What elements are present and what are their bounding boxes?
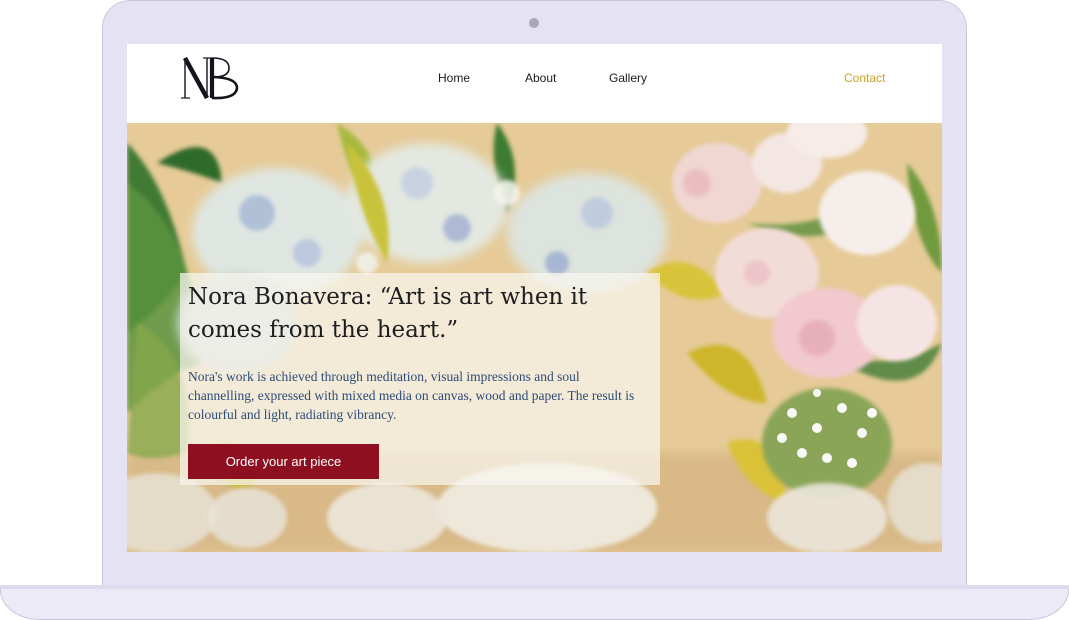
laptop-base — [0, 585, 1069, 620]
hero-description: Nora's work is achieved through meditati… — [188, 369, 635, 422]
nav-gallery-link[interactable]: Gallery — [609, 71, 647, 85]
hero-section: Nora Bonavera: “Art is art when it comes… — [127, 123, 942, 552]
nav-home-link[interactable]: Home — [438, 71, 470, 85]
laptop-hinge — [0, 585, 1069, 589]
nb-logo[interactable] — [181, 52, 241, 104]
nav-contact-link[interactable]: Contact — [844, 71, 885, 85]
hero-text-card: Nora Bonavera: “Art is art when it comes… — [180, 273, 660, 485]
website-screen: Home About Gallery Contact Nora Bonavera… — [127, 44, 942, 552]
top-navigation: Home About Gallery Contact — [127, 44, 942, 123]
webcam-icon — [529, 18, 539, 28]
hero-headline: Nora Bonavera: “Art is art when it comes… — [188, 284, 588, 343]
nav-about-link[interactable]: About — [525, 71, 556, 85]
order-art-button[interactable]: Order your art piece — [188, 444, 379, 479]
